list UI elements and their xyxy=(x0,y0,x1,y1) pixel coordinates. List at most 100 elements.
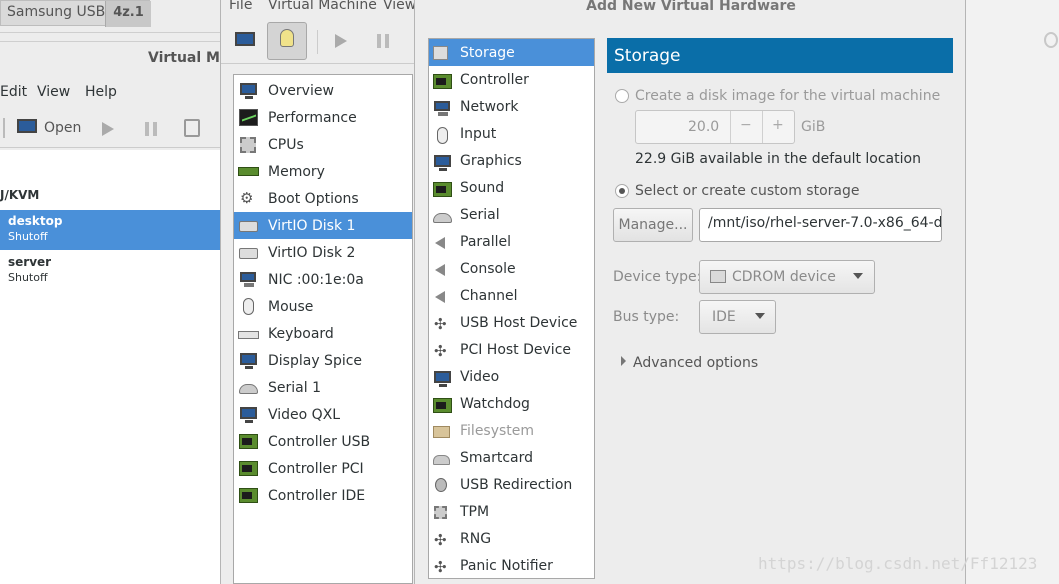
hardware-type-item[interactable]: USB Redirection xyxy=(429,471,594,498)
hardware-item[interactable]: Mouse xyxy=(234,293,412,320)
hardware-type-item[interactable]: Parallel xyxy=(429,228,594,255)
console-view-button[interactable] xyxy=(225,22,265,60)
hardware-item[interactable]: Overview xyxy=(234,77,412,104)
hardware-type-item[interactable]: TPM xyxy=(429,498,594,525)
hardware-item-label: Memory xyxy=(268,163,325,180)
hardware-type-item[interactable]: Video xyxy=(429,363,594,390)
hardware-type-item[interactable]: ✣ Panic Notifier xyxy=(429,552,594,579)
details-view-button[interactable] xyxy=(267,22,307,60)
hardware-type-item[interactable]: Serial xyxy=(429,201,594,228)
pci-icon: ✣ xyxy=(434,341,447,360)
settings-icon xyxy=(1044,32,1058,48)
hardware-type-item[interactable]: Channel xyxy=(429,282,594,309)
mouse-icon xyxy=(238,297,260,317)
disk-icon xyxy=(238,243,260,263)
vm-row-server[interactable]: server Shutoff xyxy=(0,251,220,291)
pause-icon[interactable] xyxy=(377,34,389,48)
menu-view[interactable]: View xyxy=(37,84,70,100)
hardware-item[interactable]: Controller USB xyxy=(234,428,412,455)
hardware-item[interactable]: ⚙ Boot Options xyxy=(234,185,412,212)
hardware-type-list: Storage Controller Network Input Graphics Sou… xyxy=(428,38,595,579)
play-icon[interactable] xyxy=(335,34,347,48)
custom-storage-label: Select or create custom storage xyxy=(635,183,860,199)
hardware-item-label: Mouse xyxy=(268,298,314,315)
hardware-type-item[interactable]: ✣ RNG xyxy=(429,525,594,552)
hardware-type-item[interactable]: Network xyxy=(429,93,594,120)
usb-tab-label: Samsung USB xyxy=(7,4,106,20)
size-unit: GiB xyxy=(801,119,826,135)
hardware-type-item[interactable]: Sound xyxy=(429,174,594,201)
hardware-item-label: Controller PCI xyxy=(268,460,364,477)
manage-button[interactable]: Manage... xyxy=(613,208,693,242)
desktop-background xyxy=(966,0,1059,584)
hardware-item[interactable]: Memory xyxy=(234,158,412,185)
hardware-item[interactable]: CPUs xyxy=(234,131,412,158)
menu-view[interactable]: View xyxy=(383,0,416,13)
hardware-type-item[interactable]: Graphics xyxy=(429,147,594,174)
vm-row-desktop[interactable]: desktop Shutoff xyxy=(0,210,220,250)
hardware-type-label: Storage xyxy=(460,44,515,61)
advanced-options-expander[interactable]: Advanced options xyxy=(633,355,758,371)
hardware-type-item[interactable]: Input xyxy=(429,120,594,147)
menu-help[interactable]: Help xyxy=(85,84,117,100)
device-type-value: CDROM device xyxy=(732,269,836,285)
usb-tab[interactable]: Samsung USB 4z.1 xyxy=(0,0,151,27)
performance-icon xyxy=(238,108,260,128)
bus-type-select[interactable]: IDE xyxy=(699,300,776,334)
dialog-title: Add New Virtual Hardware xyxy=(586,0,796,14)
increment-button[interactable]: + xyxy=(772,117,784,133)
rng-icon: ✣ xyxy=(434,530,447,549)
hardware-item[interactable]: Controller PCI xyxy=(234,455,412,482)
bus-type-label: Bus type: xyxy=(613,309,680,325)
custom-storage-radio[interactable] xyxy=(615,184,629,198)
divider xyxy=(730,111,731,143)
hardware-type-label: USB Redirection xyxy=(460,476,573,493)
open-button[interactable]: Open xyxy=(14,116,84,142)
hardware-type-item[interactable]: Smartcard xyxy=(429,444,594,471)
hardware-item[interactable]: VirtIO Disk 1 xyxy=(234,212,412,239)
play-icon[interactable] xyxy=(102,122,114,136)
storage-path-input[interactable]: /mnt/iso/rhel-server-7.0-x86_64-d xyxy=(699,208,942,242)
pause-icon[interactable] xyxy=(145,122,157,136)
hardware-item[interactable]: NIC :00:1e:0a xyxy=(234,266,412,293)
decrement-button[interactable]: − xyxy=(740,117,752,133)
hardware-type-label: Watchdog xyxy=(460,395,530,412)
hardware-type-item[interactable]: Controller xyxy=(429,66,594,93)
hardware-item-label: Overview xyxy=(268,82,334,99)
hardware-item[interactable]: Keyboard xyxy=(234,320,412,347)
hardware-item[interactable]: VirtIO Disk 2 xyxy=(234,239,412,266)
hardware-item[interactable]: Controller IDE xyxy=(234,482,412,509)
hardware-type-item[interactable]: ✣ USB Host Device xyxy=(429,309,594,336)
menu-virtual-machine[interactable]: Virtual Machine xyxy=(268,0,377,13)
menu-edit[interactable]: Edit xyxy=(0,84,27,100)
hardware-item[interactable]: Display Spice xyxy=(234,347,412,374)
hardware-item[interactable]: Video QXL xyxy=(234,401,412,428)
controller-icon xyxy=(238,486,260,506)
hardware-item[interactable]: Performance xyxy=(234,104,412,131)
hardware-type-item[interactable]: Storage xyxy=(429,39,594,66)
hardware-type-item[interactable]: Watchdog xyxy=(429,390,594,417)
hardware-type-label: Serial xyxy=(460,206,500,223)
hardware-item-label: Boot Options xyxy=(268,190,359,207)
hardware-item[interactable]: Serial 1 xyxy=(234,374,412,401)
available-space-text: 22.9 GiB available in the default locati… xyxy=(635,151,921,167)
menu-file[interactable]: File xyxy=(229,0,252,13)
hardware-type-label: USB Host Device xyxy=(460,314,578,331)
hardware-type-label: Filesystem xyxy=(460,422,535,439)
toolbar-separator xyxy=(317,30,318,54)
disk-size-spinner[interactable]: 20.0 − + xyxy=(635,110,795,144)
smartcard-icon xyxy=(432,450,450,466)
usb-icon: ✣ xyxy=(434,314,447,333)
shutdown-icon[interactable] xyxy=(184,119,200,137)
chevron-down-icon xyxy=(755,313,765,319)
hardware-type-item[interactable]: Console xyxy=(429,255,594,282)
watermark: https://blog.csdn.net/Ff12123 xyxy=(758,554,1038,573)
hardware-item-label: Controller IDE xyxy=(268,487,366,504)
device-type-select[interactable]: CDROM device xyxy=(699,260,875,294)
create-disk-radio[interactable] xyxy=(615,89,629,103)
hardware-type-item[interactable]: ✣ PCI Host Device xyxy=(429,336,594,363)
expander-arrow-icon[interactable] xyxy=(621,356,626,366)
hardware-type-label: RNG xyxy=(460,530,492,547)
details-menubar: File Virtual Machine View xyxy=(221,0,416,16)
hardware-item-label: Display Spice xyxy=(268,352,363,369)
